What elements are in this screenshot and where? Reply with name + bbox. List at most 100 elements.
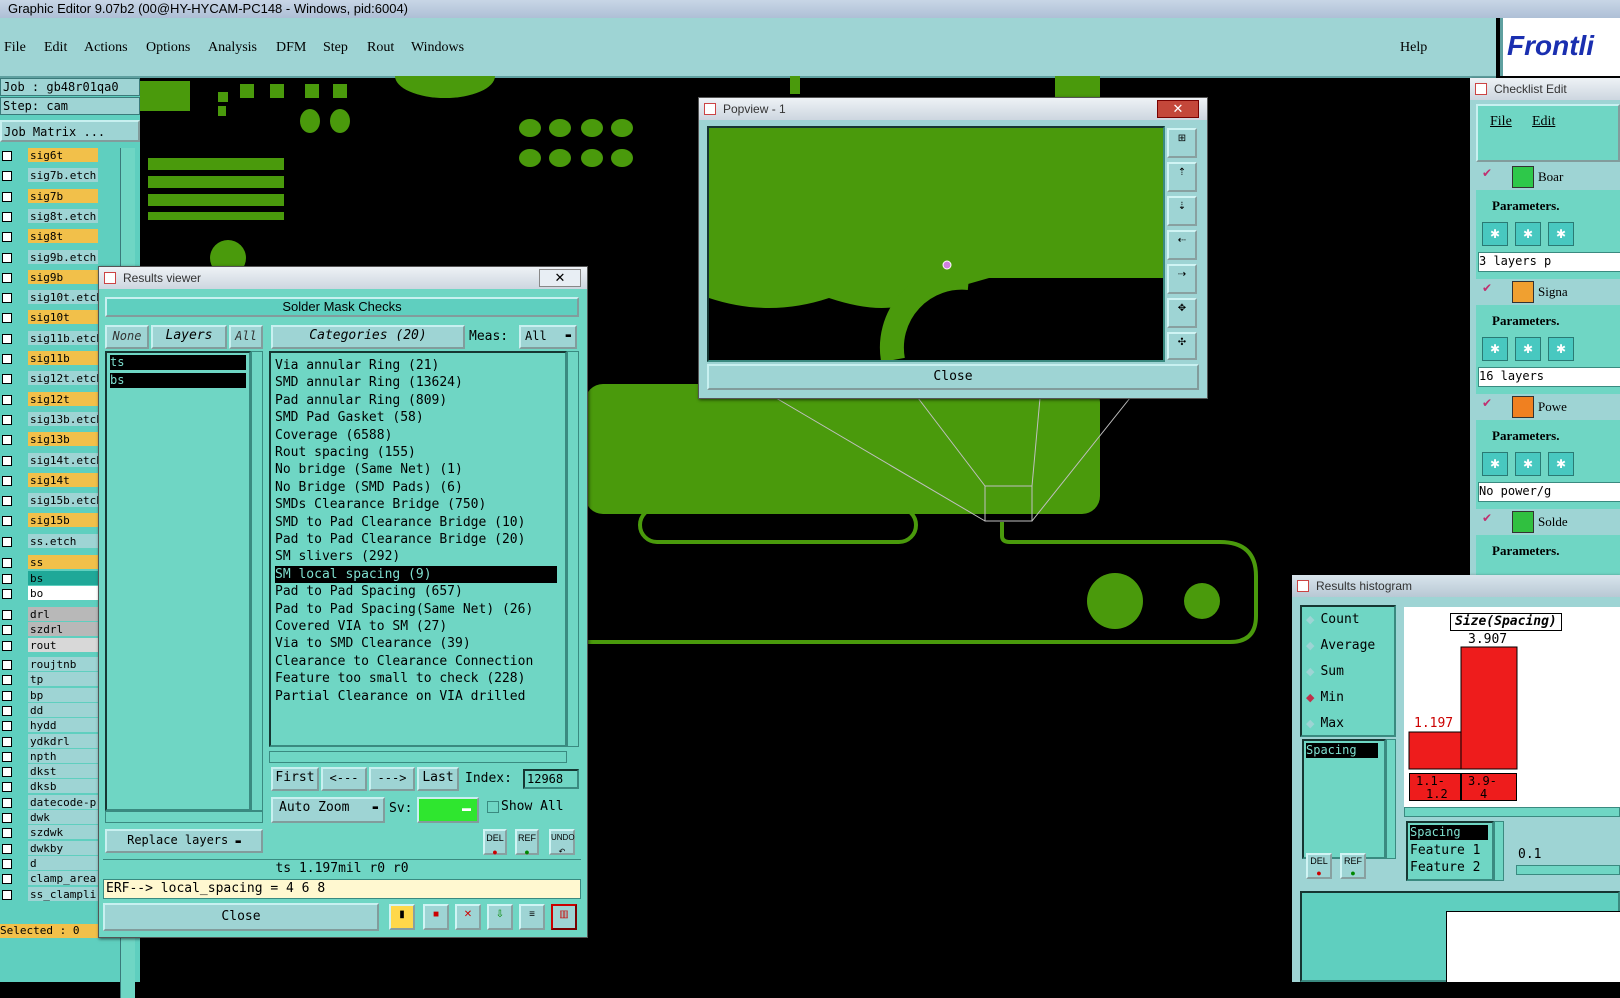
category-item[interactable]: No Bridge (SMD Pads) (6) [275, 479, 463, 496]
checklist-item[interactable]: ✔ Powe [1476, 394, 1620, 420]
layer-checkbox[interactable] [2, 374, 12, 385]
layer-checkbox[interactable] [2, 414, 12, 425]
popview-titlebar[interactable]: Popview - 1 ✕ [699, 98, 1207, 120]
layer-checkbox[interactable] [2, 640, 12, 651]
layer-row[interactable]: ss.etch [0, 533, 98, 549]
checklist-titlebar[interactable]: Checklist Edit [1470, 78, 1620, 100]
stat-option-average[interactable]: ◆ Average [1306, 637, 1375, 653]
layer-checkbox[interactable] [2, 455, 12, 466]
job-matrix-button[interactable]: Job Matrix ... [0, 120, 140, 142]
run-check-icon[interactable]: ✱ [1548, 222, 1574, 246]
parameters-button[interactable]: Parameters. [1492, 198, 1560, 214]
run-check-icon[interactable]: ✱ [1548, 452, 1574, 476]
layer-checkbox[interactable] [2, 232, 12, 243]
hist-list-scrollbar[interactable] [1386, 739, 1396, 859]
layer-row[interactable]: sig9b [0, 269, 98, 285]
category-item[interactable]: Pad to Pad Spacing (657) [275, 583, 463, 600]
layer-row[interactable]: ss_clampli [0, 886, 98, 902]
category-item[interactable]: Partial Clearance on VIA drilled [275, 688, 525, 705]
category-item[interactable]: Clearance to Clearance Connection [275, 653, 533, 670]
show-all-checkbox[interactable] [487, 801, 499, 813]
run-check-icon[interactable]: ✱ [1515, 222, 1541, 246]
layer-row[interactable]: dwk [0, 810, 98, 825]
layer-row[interactable]: sig11b [0, 351, 98, 366]
hist-ref-button[interactable]: REF ● [1340, 853, 1366, 879]
histogram-titlebar[interactable]: Results histogram [1292, 575, 1620, 597]
layer-checkbox[interactable] [2, 625, 12, 635]
category-item[interactable]: Feature too small to check (228) [275, 670, 525, 687]
layer-row[interactable]: sig12t.etch [0, 371, 98, 386]
replace-layers-menu[interactable]: Replace layers ▬ [105, 829, 263, 853]
stat-option-count[interactable]: ◆ Count [1306, 611, 1360, 627]
category-item[interactable]: SMD annular Ring (13624) [275, 374, 463, 391]
del-button[interactable]: DEL ● [483, 829, 507, 857]
category-item[interactable]: Pad to Pad Clearance Bridge (20) [275, 531, 525, 548]
layer-row[interactable]: hydd [0, 718, 98, 733]
category-item[interactable]: Via annular Ring (21) [275, 357, 439, 374]
next-button[interactable]: ---> [369, 767, 415, 791]
layer-row[interactable]: dd [0, 702, 98, 718]
layer-row[interactable]: sig12t [0, 391, 98, 407]
layer-row[interactable]: bp [0, 687, 98, 703]
checklist-item[interactable]: ✔ Solde [1476, 509, 1620, 535]
layer-checkbox[interactable] [2, 435, 12, 446]
layers-button[interactable]: Layers [151, 325, 227, 349]
checklist-item[interactable]: ✔ Boar [1476, 164, 1620, 190]
layer-checkbox[interactable] [2, 252, 12, 263]
pan-down-icon[interactable]: ⇣ [1167, 196, 1197, 226]
layer-checkbox[interactable] [2, 211, 12, 222]
layer-checkbox[interactable] [2, 660, 12, 670]
layer-row[interactable]: d [0, 855, 98, 871]
layer-checkbox[interactable] [2, 874, 12, 885]
layer-checkbox[interactable] [2, 333, 12, 344]
layer-row[interactable]: bo [0, 586, 98, 601]
menu-step[interactable]: Step [323, 40, 348, 56]
layer-checkbox[interactable] [2, 573, 12, 584]
layer-checkbox[interactable] [2, 813, 12, 823]
layer-checkbox[interactable] [2, 675, 12, 686]
stat-option-min[interactable]: ◆ Min [1306, 689, 1344, 705]
zoom-out-icon[interactable]: ✣ [1167, 332, 1197, 360]
none-button[interactable]: None [105, 325, 149, 349]
category-item[interactable]: Pad to Pad Spacing(Same Net) (26) [275, 601, 533, 618]
layer-row[interactable]: clamp_area [0, 871, 98, 886]
pan-right-icon[interactable]: ⇢ [1167, 264, 1197, 294]
category-item[interactable]: Covered VIA to SM (27) [275, 618, 447, 635]
layer-row[interactable]: szdwk [0, 825, 98, 840]
layer-row[interactable]: sig6t [0, 148, 98, 163]
layer-checkbox[interactable] [2, 151, 12, 161]
category-item[interactable]: Rout spacing (155) [275, 444, 416, 461]
layer-row[interactable]: ss [0, 555, 98, 570]
category-item[interactable]: SM slivers (292) [275, 548, 400, 565]
layer-row[interactable]: datecode-p [0, 794, 98, 810]
popview-close-button[interactable]: Close [707, 364, 1199, 390]
layer-checkbox[interactable] [2, 394, 12, 405]
run-check-icon[interactable]: ✱ [1482, 222, 1508, 246]
close-icon[interactable]: ✕ [539, 269, 581, 287]
layer-row[interactable]: drl [0, 606, 98, 622]
layer-checkbox[interactable] [2, 609, 12, 620]
layer-checkbox[interactable] [2, 536, 12, 547]
checklist-menu-edit[interactable]: Edit [1532, 114, 1555, 130]
layer-checkbox[interactable] [2, 496, 12, 507]
menu-rout[interactable]: Rout [367, 40, 394, 56]
category-item[interactable]: Pad annular Ring (809) [275, 392, 447, 409]
list-item[interactable]: Feature 2 [1410, 860, 1480, 875]
layer-checkbox[interactable] [2, 767, 12, 778]
hist-del-button[interactable]: DEL ● [1306, 853, 1332, 879]
layer-checkbox[interactable] [2, 589, 12, 599]
layer-row[interactable]: sig10t [0, 310, 98, 325]
parameters-button[interactable]: Parameters. [1492, 313, 1560, 329]
categories-list[interactable]: Via annular Ring (21) SMD annular Ring (1… [269, 351, 567, 747]
delete-results-icon[interactable]: ✕ [455, 904, 481, 930]
layer-row[interactable]: sig10t.etch [0, 290, 98, 305]
menu-actions[interactable]: Actions [84, 40, 128, 56]
layer-row[interactable]: bs [0, 570, 98, 586]
results-viewer-titlebar[interactable]: Results viewer ✕ [99, 267, 587, 289]
hist-feature-list[interactable]: Spacing Feature 1 Feature 2 [1406, 821, 1494, 881]
layer-row[interactable]: dwkby [0, 840, 98, 856]
parameters-button[interactable]: Parameters. [1492, 543, 1560, 559]
layer-result-list[interactable]: ts bs [105, 351, 251, 811]
layer-checkbox[interactable] [2, 313, 12, 324]
layer-checkbox[interactable] [2, 797, 12, 808]
